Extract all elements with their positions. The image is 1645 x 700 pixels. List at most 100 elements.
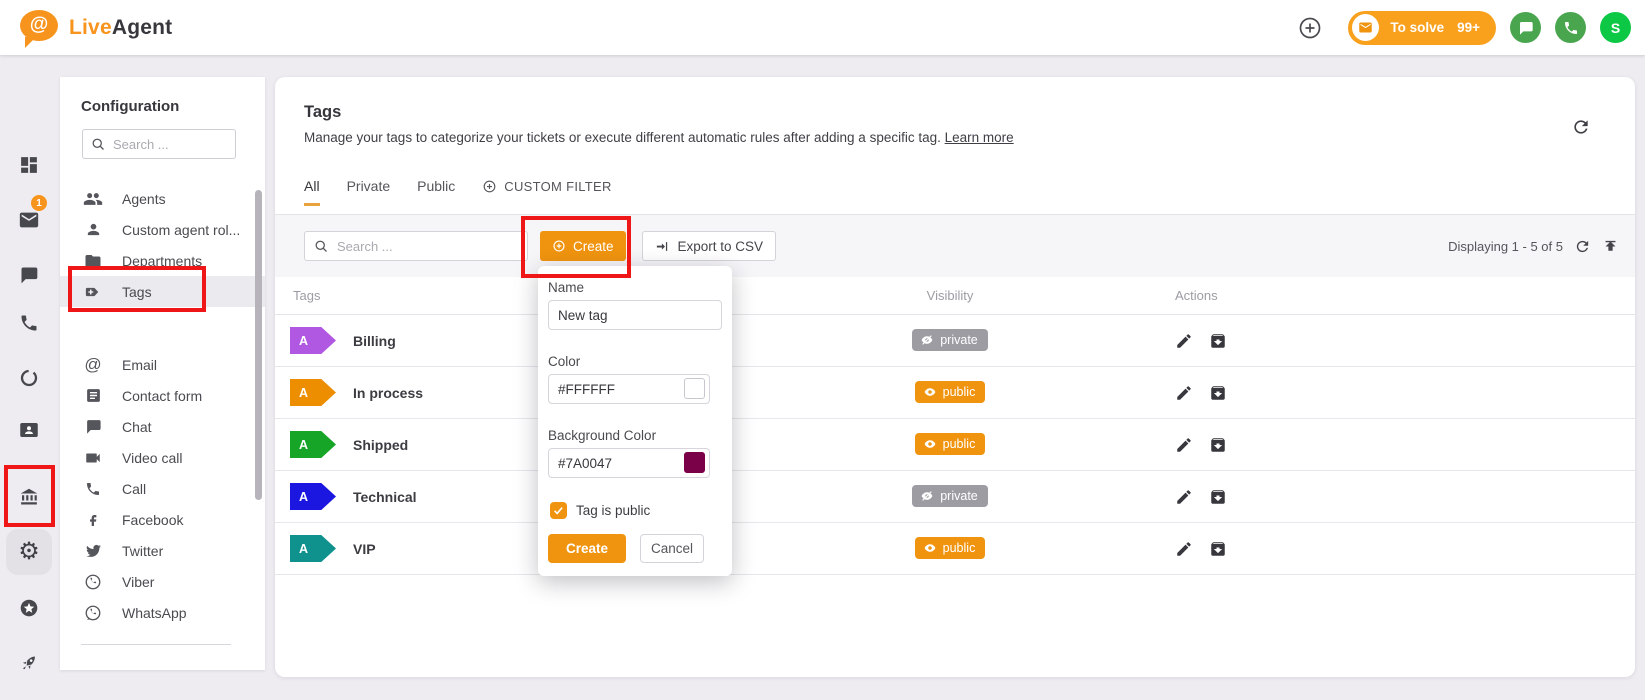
page-title: Tags bbox=[304, 103, 341, 122]
config-item-email[interactable]: @ Email bbox=[60, 349, 265, 380]
config-item-call[interactable]: Call bbox=[60, 473, 265, 504]
create-tag-popup: Name Color Background Color Tag is publi… bbox=[538, 266, 732, 576]
call-status-button[interactable] bbox=[1555, 12, 1586, 43]
tags-card: Tags Manage your tags to categorize your… bbox=[275, 77, 1635, 677]
config-item-label: Contact form bbox=[122, 388, 202, 404]
archive-icon[interactable] bbox=[1209, 488, 1227, 506]
brand-second: Agent bbox=[112, 16, 173, 39]
create-button[interactable]: Create bbox=[540, 231, 626, 261]
tag-public-checkbox-row[interactable]: Tag is public bbox=[550, 502, 722, 519]
config-item-label: Call bbox=[122, 481, 146, 497]
color-swatch[interactable] bbox=[684, 378, 705, 399]
config-item-label: Tags bbox=[122, 284, 152, 300]
table-search-box[interactable] bbox=[304, 231, 528, 261]
config-item-viber[interactable]: Viber bbox=[60, 566, 265, 597]
star-circle-icon[interactable] bbox=[19, 598, 40, 619]
config-item-twitter[interactable]: Twitter bbox=[60, 535, 265, 566]
configuration-panel: Configuration Agents Custom agent rol...… bbox=[60, 77, 265, 670]
tab-all[interactable]: All bbox=[304, 178, 320, 206]
eye-icon bbox=[920, 333, 934, 347]
twitter-icon bbox=[83, 542, 103, 559]
table-row[interactable]: A In process public bbox=[275, 367, 1635, 419]
chat-icon[interactable] bbox=[19, 265, 39, 285]
visibility-badge: private bbox=[912, 329, 988, 351]
archive-icon[interactable] bbox=[1209, 332, 1227, 350]
gear-icon[interactable]: ⚙ bbox=[18, 540, 40, 564]
config-item-label: Departments bbox=[122, 253, 202, 269]
user-avatar[interactable]: S bbox=[1600, 12, 1631, 43]
refresh-icon[interactable] bbox=[1571, 117, 1591, 137]
config-item-label: Facebook bbox=[122, 512, 183, 528]
table-row[interactable]: A Billing private bbox=[275, 315, 1635, 367]
table-search-input[interactable] bbox=[337, 239, 507, 254]
config-item-chat[interactable]: Chat bbox=[60, 411, 265, 442]
tag-chip: A bbox=[290, 535, 336, 562]
tab-private[interactable]: Private bbox=[347, 178, 391, 206]
edit-icon[interactable] bbox=[1175, 384, 1193, 402]
dashboard-icon[interactable] bbox=[19, 155, 40, 176]
config-item-custom-agent-roles[interactable]: Custom agent rol... bbox=[60, 214, 265, 245]
config-item-tags[interactable]: Tags bbox=[60, 276, 265, 307]
edit-icon[interactable] bbox=[1175, 540, 1193, 558]
refresh-icon[interactable] bbox=[1574, 238, 1591, 255]
tab-public[interactable]: Public bbox=[417, 178, 455, 206]
edit-icon[interactable] bbox=[1175, 332, 1193, 350]
archive-icon[interactable] bbox=[1209, 384, 1227, 402]
bank-icon[interactable] bbox=[19, 487, 40, 508]
edit-icon[interactable] bbox=[1175, 488, 1193, 506]
avatar-initial: S bbox=[1611, 20, 1620, 36]
export-csv-button[interactable]: Export to CSV bbox=[642, 231, 777, 261]
visibility-badge: public bbox=[915, 433, 986, 455]
chat-icon bbox=[83, 418, 103, 435]
config-search-input[interactable] bbox=[113, 137, 213, 152]
table-row[interactable]: A VIP public bbox=[275, 523, 1635, 575]
table-row[interactable]: A Shipped public bbox=[275, 419, 1635, 471]
brand-first: Live bbox=[69, 16, 112, 39]
displaying-text: Displaying 1 - 5 of 5 bbox=[1448, 239, 1563, 254]
rocket-icon[interactable] bbox=[19, 653, 40, 674]
top-header: @ LiveAgent To solve 99+ bbox=[0, 0, 1645, 55]
edit-icon[interactable] bbox=[1175, 436, 1193, 454]
archive-icon[interactable] bbox=[1209, 540, 1227, 558]
config-item-contact-form[interactable]: Contact form bbox=[60, 380, 265, 411]
tag-name-input[interactable] bbox=[548, 300, 722, 330]
chat-status-button[interactable] bbox=[1510, 12, 1541, 43]
config-item-label: Email bbox=[122, 357, 157, 373]
add-new-icon[interactable] bbox=[1298, 16, 1322, 40]
whatsapp-icon bbox=[83, 604, 103, 622]
background-color-swatch[interactable] bbox=[684, 452, 705, 473]
video-icon bbox=[83, 449, 103, 467]
export-icon bbox=[655, 239, 670, 254]
checkbox-checked-icon[interactable] bbox=[550, 502, 567, 519]
phone-icon[interactable] bbox=[19, 313, 39, 333]
filter-tabs: All Private Public CUSTOM FILTER bbox=[304, 178, 612, 206]
popup-cancel-button[interactable]: Cancel bbox=[640, 534, 704, 563]
config-scrollbar[interactable] bbox=[255, 190, 262, 500]
visibility-badge: public bbox=[915, 537, 986, 559]
config-item-facebook[interactable]: Facebook bbox=[60, 504, 265, 535]
pagination-info: Displaying 1 - 5 of 5 bbox=[1448, 238, 1619, 255]
tag-chip: A bbox=[290, 327, 336, 354]
table-body: A Billing private A In process bbox=[275, 315, 1635, 575]
tab-custom-filter[interactable]: CUSTOM FILTER bbox=[482, 179, 611, 206]
tag-name: VIP bbox=[353, 541, 376, 557]
learn-more-link[interactable]: Learn more bbox=[945, 130, 1014, 145]
table-row[interactable]: A Technical private bbox=[275, 471, 1635, 523]
agents-icon bbox=[83, 189, 103, 209]
archive-icon[interactable] bbox=[1209, 436, 1227, 454]
contact-card-icon[interactable] bbox=[19, 420, 40, 441]
config-search-box[interactable] bbox=[82, 129, 236, 159]
config-item-agents[interactable]: Agents bbox=[60, 183, 265, 214]
mail-icon[interactable] bbox=[18, 209, 40, 231]
ring-icon[interactable] bbox=[19, 368, 40, 389]
person-icon bbox=[83, 221, 103, 238]
folder-icon bbox=[83, 252, 103, 270]
to-solve-button[interactable]: To solve 99+ bbox=[1348, 11, 1496, 45]
search-icon bbox=[91, 137, 106, 152]
config-item-video-call[interactable]: Video call bbox=[60, 442, 265, 473]
config-item-whatsapp[interactable]: WhatsApp bbox=[60, 597, 265, 628]
scroll-to-top-icon[interactable] bbox=[1602, 238, 1619, 255]
config-item-departments[interactable]: Departments bbox=[60, 245, 265, 276]
popup-create-button[interactable]: Create bbox=[548, 534, 626, 563]
checkbox-label: Tag is public bbox=[576, 503, 650, 518]
